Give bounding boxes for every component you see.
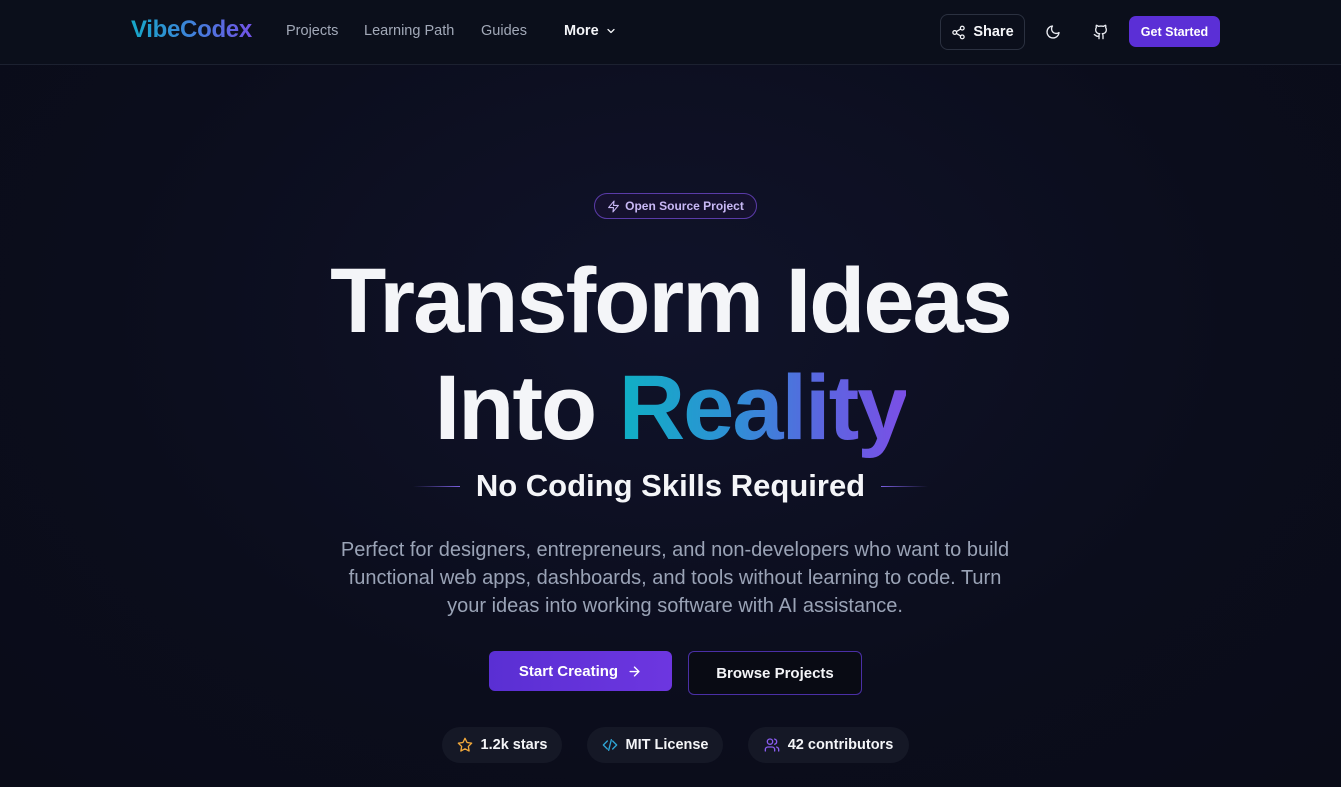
lightning-icon <box>607 200 620 213</box>
share-icon <box>951 25 966 40</box>
get-started-button[interactable]: Get Started <box>1129 16 1220 47</box>
open-source-badge: Open Source Project <box>594 193 757 219</box>
code-icon <box>602 737 618 753</box>
browse-projects-button[interactable]: Browse Projects <box>688 651 862 695</box>
share-label: Share <box>973 24 1014 40</box>
nav-link-projects[interactable]: Projects <box>286 23 338 39</box>
headline-line-2: Into Reality <box>0 362 1341 454</box>
hero-description: Perfect for designers, entrepreneurs, an… <box>340 539 1010 617</box>
users-icon <box>764 737 780 753</box>
stat-contributors-label: 42 contributors <box>787 737 894 753</box>
nav-link-guides[interactable]: Guides <box>481 23 527 39</box>
nav-link-learning-path[interactable]: Learning Path <box>364 23 454 39</box>
subheadline-row: No Coding Skills Required <box>0 467 1341 505</box>
star-icon <box>457 737 473 753</box>
stat-license[interactable]: MIT License <box>587 727 723 763</box>
moon-icon <box>1045 24 1061 40</box>
stat-license-label: MIT License <box>625 737 709 753</box>
github-button[interactable] <box>1087 18 1115 46</box>
github-icon <box>1093 24 1109 40</box>
stat-contributors[interactable]: 42 contributors <box>748 727 909 763</box>
nav-more-dropdown[interactable]: More <box>564 23 617 39</box>
chevron-down-icon <box>605 25 617 37</box>
theme-toggle-button[interactable] <box>1039 18 1067 46</box>
top-navbar: VibeCodex Projects Learning Path Guides … <box>0 0 1341 65</box>
headline-accent-word: Reality <box>618 357 909 459</box>
start-creating-label: Start Creating <box>518 662 619 680</box>
stat-stars[interactable]: 1.2k stars <box>442 727 562 763</box>
subheadline-divider-right <box>881 485 929 487</box>
share-button[interactable]: Share <box>940 14 1025 50</box>
subheadline-divider-left <box>412 485 460 487</box>
nav-more-label: More <box>564 23 599 39</box>
site-logo[interactable]: VibeCodex <box>131 16 252 44</box>
headline-line-1: Transform Ideas <box>330 250 1013 352</box>
start-creating-button[interactable]: Start Creating <box>489 651 672 691</box>
stat-stars-label: 1.2k stars <box>480 737 548 753</box>
badge-label: Open Source Project <box>625 199 744 213</box>
arrow-right-icon <box>627 664 642 679</box>
headline-plain: Into <box>434 357 619 459</box>
subheadline: No Coding Skills Required <box>475 468 866 503</box>
